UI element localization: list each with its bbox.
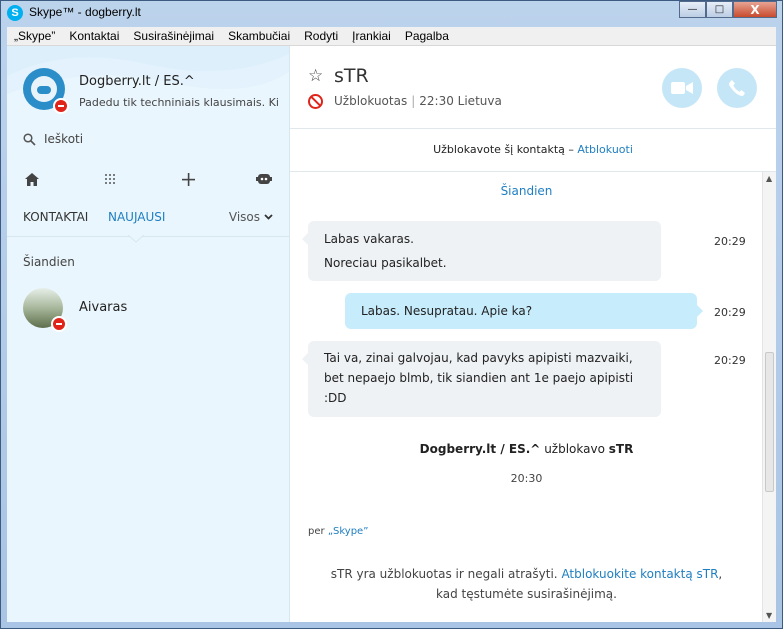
menu-calls[interactable]: Skambučiai: [221, 27, 297, 45]
maximize-button[interactable]: □: [706, 1, 733, 18]
block-notice: Užblokavote šį kontaktą – Atblokuoti: [290, 129, 776, 172]
sidebar-tabs: KONTAKTAI NAUJAUSI Visos: [7, 208, 289, 237]
title-bar[interactable]: S Skype™ - dogberry.lt — □ X: [1, 1, 782, 25]
via-prefix: per: [308, 526, 325, 537]
active-tab-indicator: [128, 235, 144, 243]
profile-mood[interactable]: Padedu tik techniniais klausimais. Ki...: [79, 96, 279, 109]
menu-view[interactable]: Rodyti: [297, 27, 345, 45]
unblock-contact-link[interactable]: Atblokuokite kontaktą sTR: [561, 567, 718, 581]
message-list[interactable]: Šiandien Labas vakaras. Noreciau pasikal…: [290, 172, 776, 622]
search-box[interactable]: Ieškoti: [23, 128, 273, 150]
dialpad-button[interactable]: [95, 164, 125, 194]
sidebar-toolbar: [7, 164, 289, 194]
recent-section-label: Šiandien: [23, 255, 75, 269]
scroll-up-arrow-icon[interactable]: ▲: [766, 174, 772, 183]
day-separator: Šiandien: [500, 184, 553, 198]
footer-text: sTR yra užblokuotas ir negali atrašyti.: [330, 567, 558, 581]
block-notice-text: Užblokavote šį kontaktą –: [433, 143, 574, 156]
add-button[interactable]: [173, 164, 203, 194]
video-camera-icon: [671, 82, 693, 94]
chat-contact-name[interactable]: sTR: [334, 65, 369, 87]
filter-label: Visos: [228, 210, 260, 224]
chat-local-time: 22:30 Lietuva: [419, 94, 502, 108]
menu-tools[interactable]: Įrankiai: [345, 27, 398, 45]
message-line: :DD: [324, 391, 347, 405]
message-time: 20:29: [714, 354, 746, 367]
menu-bar: „Skype” Kontaktai Susirašinėjimai Skambu…: [7, 27, 776, 46]
message-bubble-incoming[interactable]: Tai va, zinai galvojau, kad pavyks apipi…: [302, 341, 661, 417]
dialpad-icon: [105, 174, 115, 184]
scroll-thumb[interactable]: [765, 352, 774, 492]
message-line: Tai va, zinai galvojau, kad pavyks apipi…: [324, 351, 633, 365]
message-scrollbar[interactable]: ▲ ▼: [762, 172, 776, 622]
bot-icon: [256, 174, 272, 184]
filter-dropdown[interactable]: Visos: [229, 210, 273, 224]
message-line: Labas vakaras.: [324, 232, 414, 246]
plus-icon: [181, 172, 195, 186]
blocked-status-icon: [53, 98, 69, 114]
home-icon: [25, 172, 39, 186]
menu-conversations[interactable]: Susirašinėjimai: [126, 27, 221, 45]
video-call-button[interactable]: [662, 68, 702, 108]
message-bubble-incoming[interactable]: Labas vakaras. Noreciau pasikalbet.: [302, 221, 661, 281]
search-label: Ieškoti: [44, 132, 84, 146]
system-target: sTR: [608, 442, 634, 456]
tab-contacts[interactable]: KONTAKTAI: [23, 210, 88, 224]
menu-skype[interactable]: „Skype”: [7, 27, 62, 45]
audio-call-button[interactable]: [717, 68, 757, 108]
message-time: 20:29: [714, 306, 746, 319]
menu-contacts[interactable]: Kontaktai: [62, 27, 126, 45]
window-controls: — □ X: [679, 1, 777, 18]
via-skype-label: per „Skype”: [308, 526, 368, 537]
blocked-icon: [308, 94, 323, 109]
message-line: Noreciau pasikalbet.: [324, 256, 447, 270]
message-time: 20:29: [714, 235, 746, 248]
favorite-star-icon[interactable]: ☆: [308, 66, 323, 86]
unblock-link[interactable]: Atblokuoti: [577, 143, 633, 156]
chat-header: ☆ sTR Užblokuotas | 22:30 Lietuva: [290, 46, 776, 129]
recent-contact-item[interactable]: Aivaras: [23, 288, 273, 332]
chat-pane: ☆ sTR Užblokuotas | 22:30 Lietuva Užblok…: [290, 46, 776, 622]
sidebar: Dogberry.lt / ES.^ Padedu tik techniniai…: [7, 46, 290, 622]
client-area: Dogberry.lt / ES.^ Padedu tik techniniai…: [7, 46, 776, 622]
profile-name[interactable]: Dogberry.lt / ES.^: [79, 74, 195, 89]
chat-status-line: Užblokuotas | 22:30 Lietuva: [334, 94, 502, 108]
system-message: Dogberry.lt / ES.^ užblokavo sTR: [290, 442, 763, 456]
chat-status: Užblokuotas: [334, 94, 408, 108]
search-icon: [23, 132, 36, 146]
dog-face-icon: [31, 76, 57, 102]
message-bubble-outgoing[interactable]: Labas. Nesupratau. Apie ka?: [345, 293, 703, 329]
contact-name: Aivaras: [79, 300, 128, 315]
system-actor: Dogberry.lt / ES.^: [419, 442, 541, 456]
window-title: Skype™ - dogberry.lt: [29, 5, 141, 19]
tab-recent[interactable]: NAUJAUSI: [108, 210, 165, 224]
message-line: Labas. Nesupratau. Apie ka?: [361, 304, 533, 318]
chevron-down-icon: [264, 214, 273, 220]
via-skype-link[interactable]: „Skype”: [328, 526, 369, 537]
phone-icon: [729, 80, 745, 96]
scroll-down-arrow-icon[interactable]: ▼: [766, 611, 772, 620]
skype-logo-icon: S: [7, 5, 23, 21]
blocked-footer-note: sTR yra užblokuotas ir negali atrašyti. …: [320, 564, 733, 604]
blocked-status-icon: [51, 316, 67, 332]
close-button[interactable]: X: [733, 1, 777, 18]
system-action: užblokavo: [544, 442, 605, 456]
home-button[interactable]: [17, 164, 47, 194]
skype-window: S Skype™ - dogberry.lt — □ X „Skype” Kon…: [0, 0, 783, 629]
menu-help[interactable]: Pagalba: [398, 27, 456, 45]
message-line: bet nepaejo blmb, tik siandien ant 1e pa…: [324, 371, 634, 385]
minimize-button[interactable]: —: [679, 1, 706, 18]
system-message-time: 20:30: [510, 472, 543, 485]
bot-button[interactable]: [249, 164, 279, 194]
